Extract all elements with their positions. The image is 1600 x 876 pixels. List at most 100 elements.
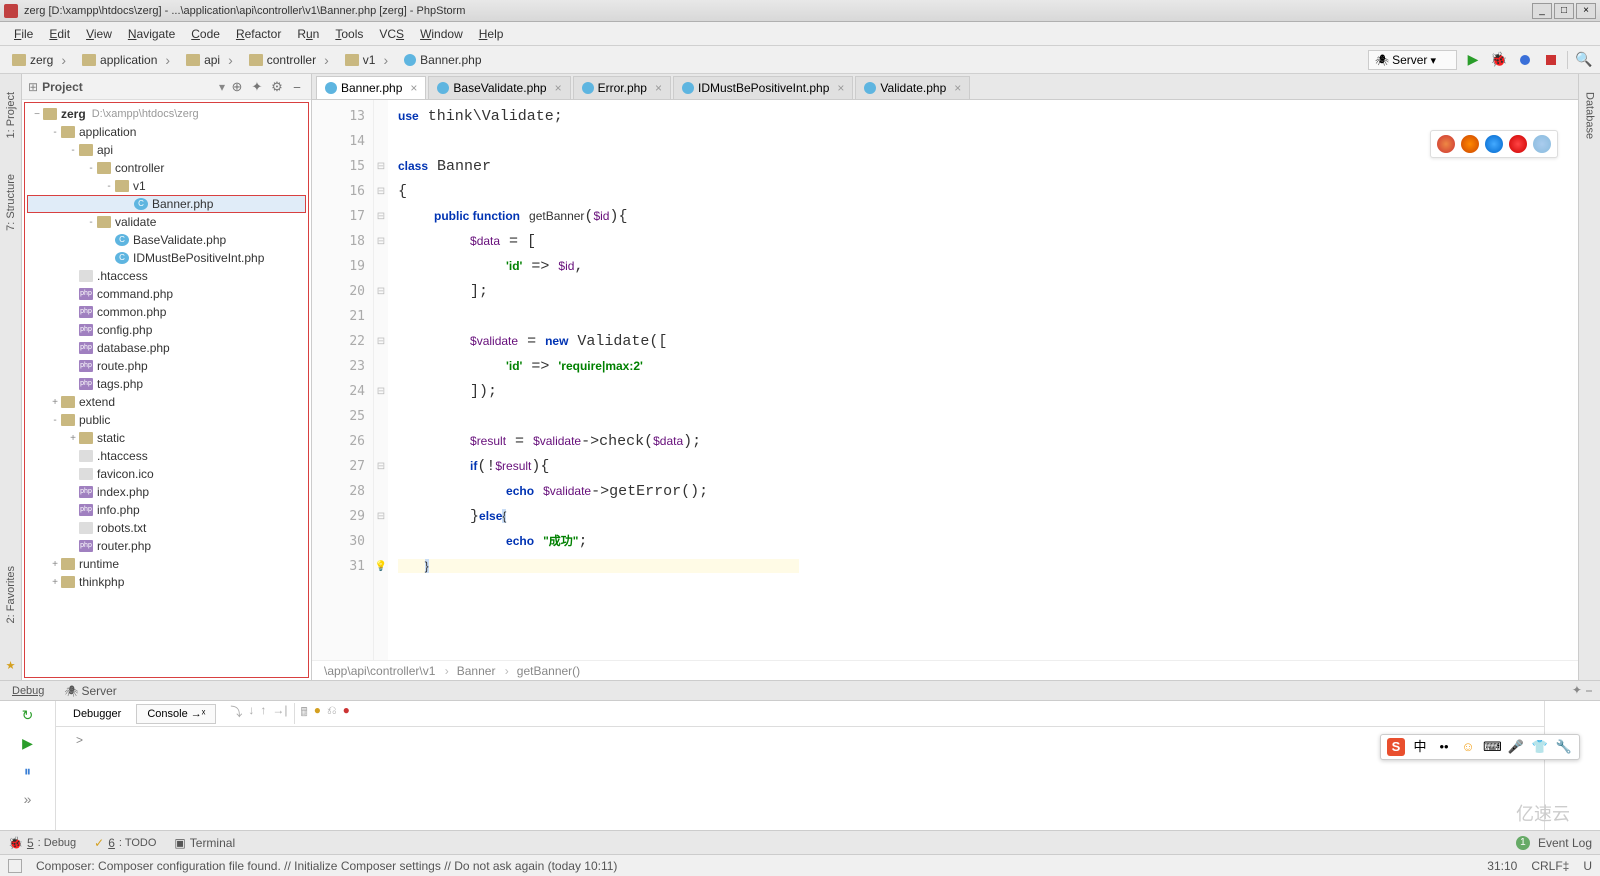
crumb-controller[interactable]: controller — [243, 50, 339, 70]
ime-cn-icon[interactable]: 中 — [1411, 738, 1429, 756]
editor-crumb-ns[interactable]: \app\api\controller\v1 — [324, 664, 449, 678]
crumb-application[interactable]: application — [76, 50, 180, 70]
tree-item-info-php[interactable]: phpinfo.php — [27, 501, 306, 519]
tree-item-static[interactable]: +static — [27, 429, 306, 447]
tree-item-Banner-php[interactable]: CBanner.php — [27, 195, 306, 213]
crumb-file[interactable]: Banner.php — [398, 51, 499, 69]
mute-breakpoints-icon[interactable]: ● — [314, 703, 321, 724]
tab-Validate-php[interactable]: Validate.php× — [855, 76, 970, 99]
tab-IDMustBePositiveInt-php[interactable]: IDMustBePositiveInt.php× — [673, 76, 853, 99]
tree-item-database-php[interactable]: phpdatabase.php — [27, 339, 306, 357]
edge-icon[interactable] — [1533, 135, 1551, 153]
editor[interactable]: 13141516171819202122232425262728293031 ⊟… — [312, 100, 1578, 660]
tree-item-controller[interactable]: -controller — [27, 159, 306, 177]
tree-item-route-php[interactable]: phproute.php — [27, 357, 306, 375]
tree-item-favicon-ico[interactable]: favicon.ico — [27, 465, 306, 483]
close-tab-icon[interactable]: × — [954, 81, 961, 95]
breakpoints-icon[interactable]: ● — [343, 703, 350, 724]
tree-item-common-php[interactable]: phpcommon.php — [27, 303, 306, 321]
bottom-tab-todo[interactable]: ✓ 6: TODO — [94, 836, 156, 850]
menu-refactor[interactable]: Refactor — [228, 25, 289, 43]
step-out-icon[interactable]: ↑ — [260, 703, 266, 724]
firefox-icon[interactable] — [1461, 135, 1479, 153]
file-encoding[interactable]: U — [1583, 859, 1592, 873]
tab-BaseValidate-php[interactable]: BaseValidate.php× — [428, 76, 570, 99]
event-log-button[interactable]: 1Event Log — [1516, 836, 1592, 850]
menu-window[interactable]: Window — [412, 25, 471, 43]
bottom-tab-terminal[interactable]: ▣ Terminal — [174, 836, 235, 850]
menu-edit[interactable]: Edit — [41, 25, 78, 43]
crumb-zerg[interactable]: zerg — [6, 50, 76, 70]
coverage-button[interactable] — [1515, 50, 1535, 70]
collapse-all-icon[interactable]: ✦ — [249, 79, 265, 95]
view-breakpoints-icon[interactable]: ⎌ — [327, 703, 337, 724]
tree-item-robots-txt[interactable]: robots.txt — [27, 519, 306, 537]
ime-mic-icon[interactable]: 🎤 — [1507, 738, 1525, 756]
editor-crumb-class[interactable]: Banner — [457, 664, 509, 678]
more-button[interactable]: » — [18, 791, 38, 811]
settings-icon[interactable]: ⚙ — [269, 79, 285, 95]
run-config-select[interactable]: 🕷 Server ▾ — [1368, 50, 1457, 70]
tree-item-public[interactable]: -public — [27, 411, 306, 429]
debugger-tab[interactable]: Debugger — [62, 704, 132, 724]
tree-root[interactable]: − zerg D:\xampp\htdocs\zerg — [27, 105, 306, 123]
bottom-tab-debug[interactable]: 🐞 5: Debug — [8, 836, 76, 850]
step-into-icon[interactable]: ↓ — [248, 703, 254, 724]
tree-item-router-php[interactable]: phprouter.php — [27, 537, 306, 555]
chrome-icon[interactable] — [1437, 135, 1455, 153]
crumb-api[interactable]: api — [180, 50, 243, 70]
console-tab[interactable]: Console →ˣ — [136, 704, 216, 724]
safari-icon[interactable] — [1485, 135, 1503, 153]
minimize-button[interactable]: _ — [1532, 3, 1552, 19]
fold-column[interactable]: ⊟⊟⊟⊟⊟⊟⊟⊟⊟💡 — [374, 100, 388, 660]
step-over-icon[interactable]: ⤵ — [230, 703, 242, 724]
rerun-button[interactable]: ↻ — [18, 707, 38, 727]
menu-tools[interactable]: Tools — [327, 25, 371, 43]
scroll-from-source-icon[interactable]: ⊕ — [229, 79, 245, 95]
ime-tool-icon[interactable]: 🔧 — [1555, 738, 1573, 756]
resume-button[interactable]: ▶ — [18, 735, 38, 755]
evaluate-icon[interactable]: 🖩 — [301, 703, 308, 724]
menu-run[interactable]: Run — [289, 25, 327, 43]
close-tab-icon[interactable]: × — [555, 81, 562, 95]
menu-code[interactable]: Code — [183, 25, 228, 43]
menu-view[interactable]: View — [78, 25, 120, 43]
server-tab[interactable]: 🕷 Server — [60, 682, 120, 700]
code-content[interactable]: use think\Validate; class Banner { publi… — [388, 100, 1578, 660]
menu-navigate[interactable]: Navigate — [120, 25, 183, 43]
pause-button[interactable]: ⏸ — [18, 763, 38, 783]
tree-item-command-php[interactable]: phpcommand.php — [27, 285, 306, 303]
tree-item-application[interactable]: -application — [27, 123, 306, 141]
tool-window-quick-access-icon[interactable] — [8, 859, 22, 873]
project-tree[interactable]: − zerg D:\xampp\htdocs\zerg -application… — [24, 102, 309, 678]
tree-item-validate[interactable]: -validate — [27, 213, 306, 231]
run-to-cursor-icon[interactable]: →| — [272, 703, 287, 724]
ime-keyboard-icon[interactable]: ⌨ — [1483, 738, 1501, 756]
tree-item-tags-php[interactable]: phptags.php — [27, 375, 306, 393]
editor-crumb-method[interactable]: getBanner() — [517, 664, 586, 678]
menu-vcs[interactable]: VCS — [371, 25, 412, 43]
tree-item-extend[interactable]: +extend — [27, 393, 306, 411]
tab-structure[interactable]: 7: Structure — [3, 166, 19, 239]
opera-icon[interactable] — [1509, 135, 1527, 153]
tab-Banner-php[interactable]: Banner.php× — [316, 76, 426, 99]
tree-item-index-php[interactable]: phpindex.php — [27, 483, 306, 501]
menu-file[interactable]: File — [6, 25, 41, 43]
debug-button[interactable]: 🐞 — [1489, 50, 1509, 70]
crumb-v1[interactable]: v1 — [339, 50, 398, 70]
tab-favorites[interactable]: 2: Favorites — [3, 558, 19, 631]
tree-item-BaseValidate-php[interactable]: CBaseValidate.php — [27, 231, 306, 249]
close-tab-icon[interactable]: × — [410, 81, 417, 95]
hide-icon[interactable]: ⎯ — [289, 79, 305, 95]
maximize-button[interactable]: □ — [1554, 3, 1574, 19]
ime-emoji-icon[interactable]: ☺ — [1459, 738, 1477, 756]
tree-item-config-php[interactable]: phpconfig.php — [27, 321, 306, 339]
star-icon[interactable]: ★ — [4, 651, 18, 680]
project-view-icon[interactable]: ⊞ — [28, 80, 38, 94]
tree-item-thinkphp[interactable]: +thinkphp — [27, 573, 306, 591]
ime-punct-icon[interactable]: •• — [1435, 738, 1453, 756]
tab-project[interactable]: 1: Project — [3, 84, 19, 146]
caret-position[interactable]: 31:10 — [1487, 859, 1517, 873]
stop-button[interactable] — [1541, 50, 1561, 70]
menu-help[interactable]: Help — [471, 25, 512, 43]
